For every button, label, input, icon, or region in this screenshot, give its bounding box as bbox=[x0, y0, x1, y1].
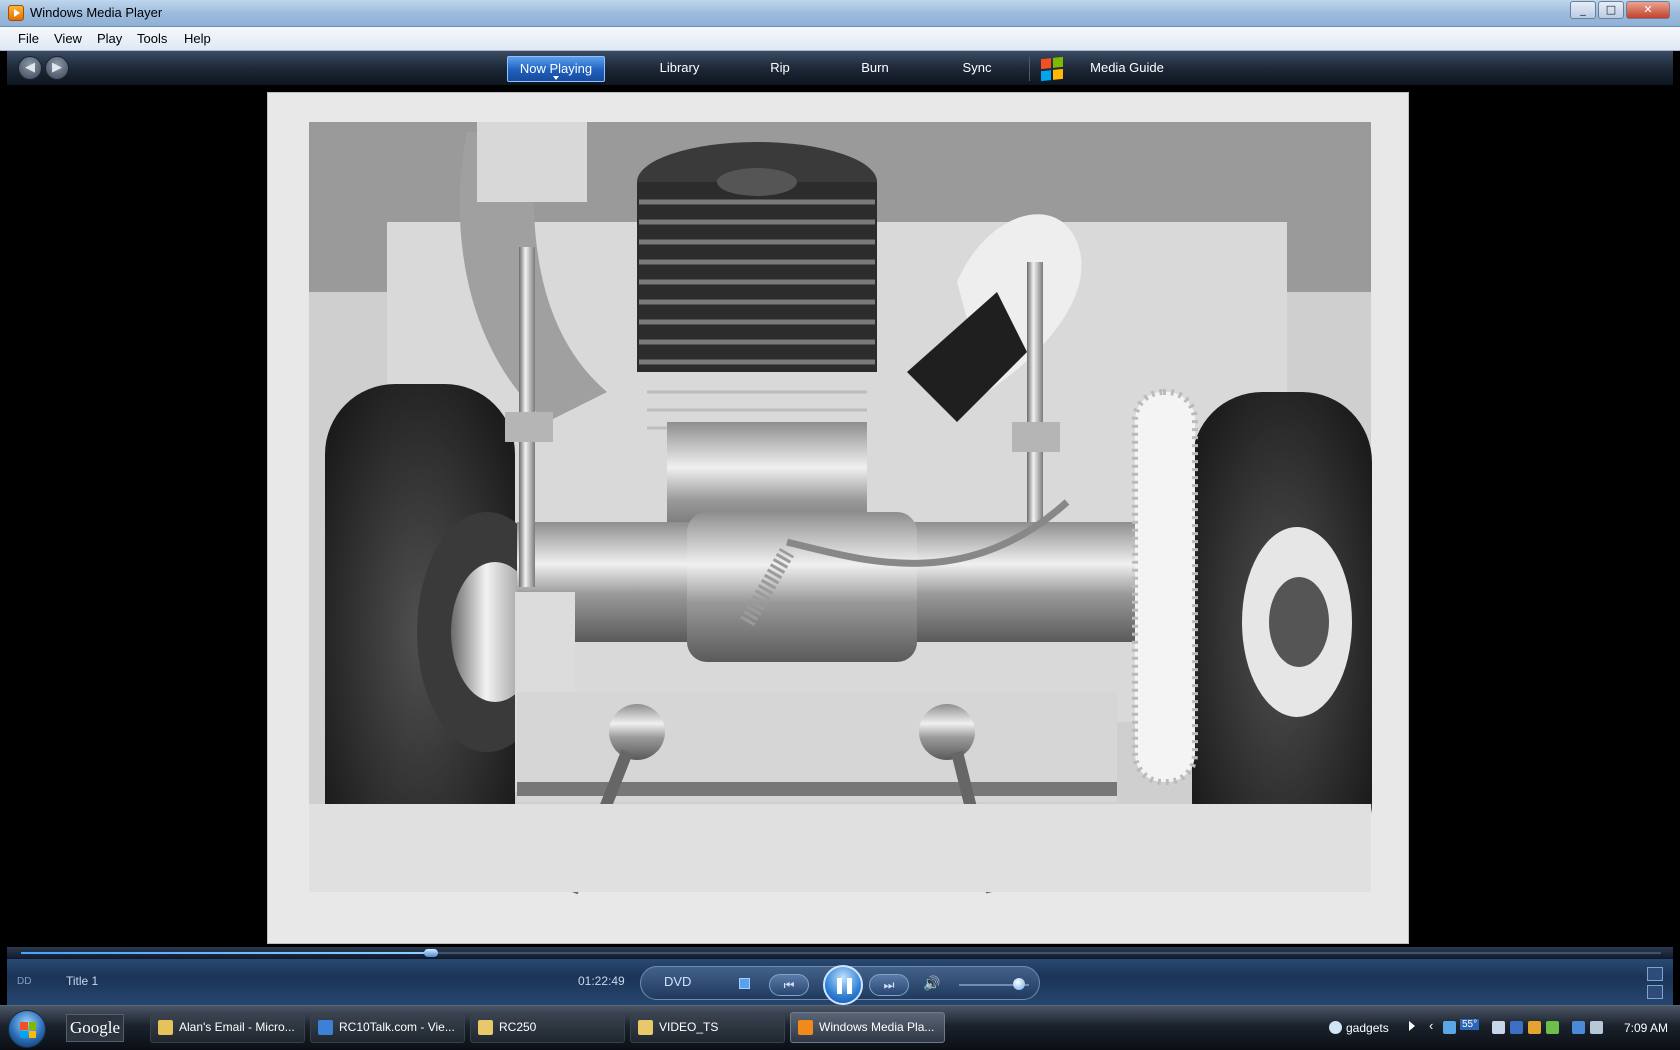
monitor-icon[interactable] bbox=[1510, 1021, 1523, 1034]
fullscreen-icon[interactable] bbox=[1647, 967, 1663, 981]
chrome-icon[interactable] bbox=[1546, 1021, 1559, 1034]
dolby-digital-icon: DD bbox=[17, 976, 32, 987]
security-icon[interactable] bbox=[1528, 1021, 1541, 1034]
show-hidden-icons-icon[interactable]: ‹ bbox=[1429, 1018, 1442, 1033]
seek-progress-fill bbox=[21, 952, 431, 954]
video-frame bbox=[267, 92, 1409, 944]
taskbar-item-label: VIDEO_TS bbox=[659, 1020, 719, 1034]
stop-icon[interactable] bbox=[739, 978, 750, 989]
video-still-image bbox=[267, 92, 1409, 944]
network-icon[interactable] bbox=[1443, 1021, 1456, 1034]
title-bar: Windows Media Player _ □ ✕ bbox=[0, 0, 1680, 27]
transport-controls: DVD ⏮ ⏭ 🔊 bbox=[640, 965, 1040, 1005]
taskbar-item-video-ts[interactable]: VIDEO_TS bbox=[630, 1012, 785, 1043]
taskbar-item-rc10talk[interactable]: RC10Talk.com - Vie... bbox=[310, 1012, 465, 1043]
gadgets-label[interactable]: gadgets bbox=[1346, 1021, 1389, 1035]
printer-icon[interactable] bbox=[1492, 1021, 1505, 1034]
menu-play[interactable]: Play bbox=[97, 31, 122, 46]
previous-icon[interactable]: ⏮ bbox=[769, 974, 809, 996]
taskbar-item-label: RC10Talk.com - Vie... bbox=[339, 1020, 455, 1034]
forward-icon[interactable]: ▶ bbox=[45, 56, 69, 80]
video-area[interactable] bbox=[7, 87, 1673, 947]
tab-burn[interactable]: Burn bbox=[833, 56, 917, 82]
switch-to-compact-mode-icon[interactable] bbox=[1647, 985, 1663, 999]
next-icon[interactable]: ⏭ bbox=[869, 974, 909, 996]
title-label: Title 1 bbox=[66, 974, 99, 988]
taskbar-item-email[interactable]: Alan's Email - Micro... bbox=[150, 1012, 305, 1043]
dvd-button[interactable]: DVD bbox=[664, 974, 691, 989]
gadgets-icon bbox=[1329, 1021, 1342, 1034]
tab-now-playing[interactable]: Now Playing bbox=[507, 56, 605, 82]
minimize-button[interactable]: _ bbox=[1570, 1, 1596, 19]
maximize-button[interactable]: □ bbox=[1598, 1, 1624, 19]
clock[interactable]: 7:09 AM bbox=[1624, 1021, 1668, 1035]
volume-icon[interactable]: 🔊 bbox=[923, 976, 940, 992]
folder-icon bbox=[478, 1020, 493, 1035]
taskbar: Google Alan's Email - Micro... RC10Talk.… bbox=[0, 1005, 1680, 1050]
internet-explorer-icon bbox=[318, 1020, 333, 1035]
google-deskbar[interactable]: Google bbox=[66, 1014, 124, 1042]
weather-temperature[interactable]: 55° bbox=[1460, 1019, 1480, 1030]
network-status-icon[interactable] bbox=[1572, 1021, 1585, 1034]
tab-library[interactable]: Library bbox=[627, 56, 732, 82]
media-player-icon bbox=[798, 1020, 813, 1035]
pause-button[interactable] bbox=[823, 965, 863, 1005]
elapsed-time: 01:22:49 bbox=[578, 974, 625, 988]
media-player-icon bbox=[8, 5, 24, 21]
taskbar-item-label: Windows Media Pla... bbox=[819, 1020, 935, 1034]
window-controls: _ □ ✕ bbox=[1570, 1, 1670, 19]
tab-sync[interactable]: Sync bbox=[932, 56, 1022, 82]
seek-bar[interactable] bbox=[7, 947, 1673, 959]
taskbar-item-label: Alan's Email - Micro... bbox=[179, 1020, 295, 1034]
windows-flag-icon bbox=[20, 1022, 36, 1038]
back-icon[interactable]: ◀ bbox=[18, 56, 42, 80]
taskbar-item-rc250[interactable]: RC250 bbox=[470, 1012, 625, 1043]
volume-thumb[interactable] bbox=[1012, 978, 1025, 990]
nav-toolbar: ◀ ▶ Now Playing Library Rip Burn Sync Me… bbox=[7, 51, 1673, 86]
volume-tray-icon[interactable] bbox=[1590, 1021, 1603, 1034]
menu-view[interactable]: View bbox=[54, 31, 82, 46]
menu-bar: File View Play Tools Help bbox=[0, 27, 1680, 51]
playback-controls: DD Title 1 01:22:49 DVD ⏮ ⏭ 🔊 bbox=[7, 959, 1673, 1005]
menu-tools[interactable]: Tools bbox=[137, 31, 167, 46]
seek-thumb[interactable] bbox=[424, 949, 438, 957]
close-button[interactable]: ✕ bbox=[1626, 1, 1670, 19]
menu-help[interactable]: Help bbox=[184, 31, 211, 46]
menu-file[interactable]: File bbox=[18, 31, 39, 46]
start-button[interactable] bbox=[8, 1010, 46, 1048]
windows-logo-icon bbox=[1041, 56, 1063, 82]
window-title: Windows Media Player bbox=[30, 5, 163, 20]
tab-rip[interactable]: Rip bbox=[744, 56, 816, 82]
tab-media-guide[interactable]: Media Guide bbox=[1077, 56, 1177, 82]
folder-icon bbox=[638, 1020, 653, 1035]
system-tray: gadgets ‹ 55° 7:09 AM bbox=[1311, 1012, 1680, 1045]
email-icon bbox=[158, 1020, 173, 1035]
tray-dropdown-icon[interactable] bbox=[1409, 1021, 1415, 1031]
taskbar-item-windows-media-player[interactable]: Windows Media Pla... bbox=[790, 1012, 945, 1043]
nav-separator bbox=[1029, 57, 1030, 81]
taskbar-item-label: RC250 bbox=[499, 1020, 537, 1034]
